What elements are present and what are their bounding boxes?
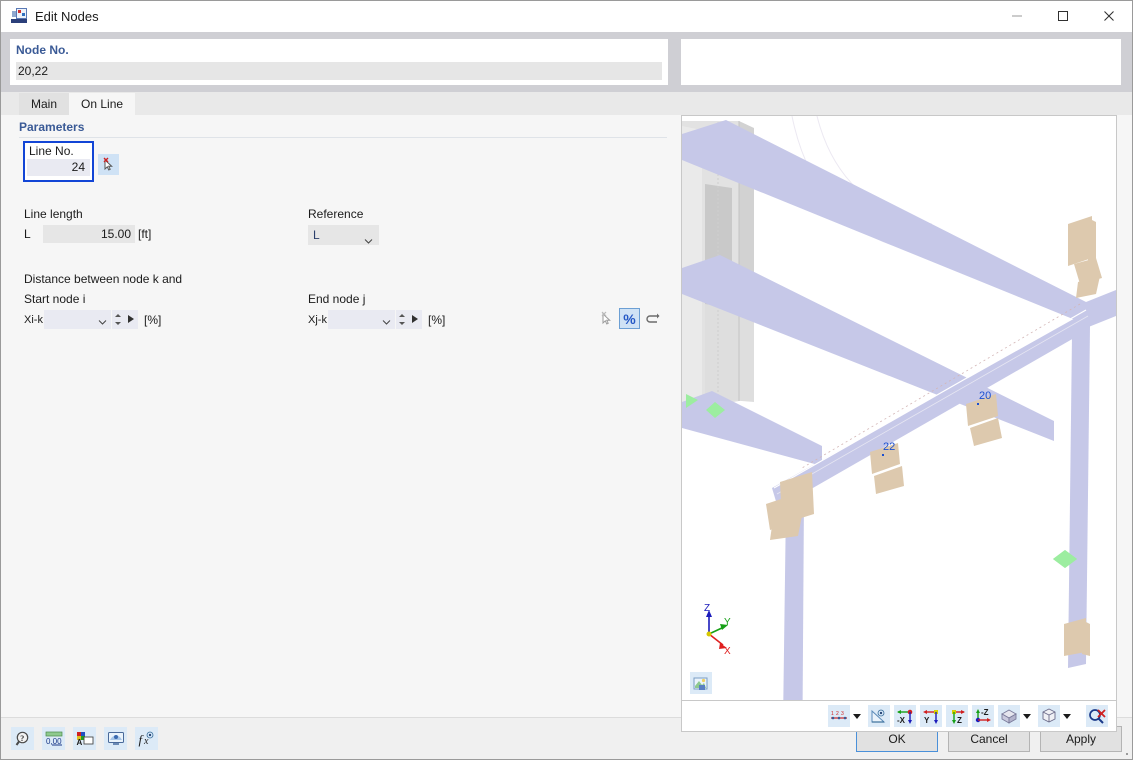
start-node-input[interactable]	[44, 310, 111, 329]
header-bar: Node No. 20,22	[1, 32, 1132, 92]
parameters-title: Parameters	[19, 120, 85, 134]
line-length-label: Line length	[24, 207, 83, 221]
node-no-group: Node No. 20,22	[10, 39, 668, 85]
reference-value: L	[313, 228, 320, 242]
node-no-input[interactable]: 20,22	[16, 62, 662, 80]
display-style-icon[interactable]	[998, 705, 1020, 727]
reference-label: Reference	[308, 207, 364, 221]
model-3d-scene: 20 22 Z Y X	[682, 116, 1116, 700]
viewport-toolbar-right: 1 2 3 -X Y Z -Z	[828, 705, 1108, 727]
minimize-icon[interactable]	[994, 1, 1040, 31]
render-mode-icon[interactable]	[690, 672, 712, 694]
distance-mode-toolbar: %	[596, 308, 663, 329]
svg-text:1: 1	[831, 711, 834, 717]
chevron-down-icon[interactable]	[1063, 713, 1071, 719]
view-isometric-z-icon[interactable]: -Z	[972, 705, 994, 727]
pick-cursor-icon[interactable]	[596, 308, 617, 329]
end-node-apply-icon[interactable]	[408, 310, 422, 329]
distance-heading: Distance between node k and	[24, 272, 183, 286]
box-view-group	[1038, 705, 1074, 727]
box-view-icon[interactable]	[1038, 705, 1060, 727]
view-y-icon[interactable]: Y	[920, 705, 942, 727]
numbering-group: 1 2 3	[828, 705, 864, 727]
line-no-label: Line No.	[29, 144, 74, 158]
end-node-symbol: Xj-k	[308, 313, 327, 326]
end-node-stepper[interactable]	[396, 310, 408, 329]
title-bar: Edit Nodes	[1, 1, 1132, 32]
svg-text:Y: Y	[924, 716, 930, 725]
svg-text:-X: -X	[897, 716, 906, 725]
svg-text:Z: Z	[704, 603, 710, 614]
formula-icon[interactable]: f x	[135, 727, 158, 750]
node-label-20: 20	[979, 390, 991, 402]
end-node-label: End node j	[308, 292, 366, 306]
decimal-places-icon[interactable]: 0,00	[42, 727, 65, 750]
node-label-22: 22	[883, 441, 895, 453]
edit-nodes-window: Edit Nodes Node No. 20,22 Main On Line P…	[0, 0, 1133, 760]
end-node-field-group: Xj-k [%]	[308, 310, 445, 329]
status-bar-icons: ? 0,00 A f x	[11, 727, 158, 750]
model-viewport[interactable]: 20 22 Z Y X	[681, 115, 1117, 701]
chevron-down-icon	[98, 315, 107, 329]
tab-strip: Main On Line	[1, 92, 1132, 115]
start-node-label: Start node i	[24, 292, 86, 306]
chevron-down-icon[interactable]	[853, 713, 861, 719]
divider	[19, 137, 667, 138]
close-icon[interactable]	[1086, 1, 1132, 31]
window-controls	[994, 1, 1132, 31]
svg-text:A: A	[76, 738, 82, 747]
resize-grip[interactable]	[1121, 748, 1129, 756]
help-info-icon[interactable]: ?	[11, 727, 34, 750]
svg-text:?: ?	[20, 734, 24, 743]
font-color-icon[interactable]: A	[73, 727, 96, 750]
svg-text:Z: Z	[957, 716, 962, 725]
percent-glyph: %	[623, 310, 636, 327]
window-title: Edit Nodes	[35, 8, 99, 24]
svg-text:3: 3	[841, 711, 844, 717]
parameters-pane: Parameters Line No. 24 Line length L 15.…	[1, 115, 669, 717]
maximize-icon[interactable]	[1040, 1, 1086, 31]
viewport-toolbar: 1 2 3 -X Y Z -Z	[681, 701, 1117, 732]
view-z-icon[interactable]: Z	[946, 705, 968, 727]
start-node-symbol: Xi-k	[24, 313, 43, 326]
line-no-input[interactable]: 24	[27, 159, 90, 176]
dimensions-icon[interactable]	[868, 705, 890, 727]
chevron-down-icon	[382, 315, 391, 329]
start-node-apply-icon[interactable]	[124, 310, 138, 329]
line-length-unit: [ft]	[138, 227, 152, 241]
edit-nodes-icon	[11, 8, 27, 24]
percent-icon[interactable]: %	[619, 308, 640, 329]
start-node-field-group: Xi-k [%]	[24, 310, 161, 329]
svg-text:-Z: -Z	[981, 708, 989, 717]
tab-main[interactable]: Main	[19, 93, 70, 115]
start-node-unit: [%]	[144, 312, 162, 327]
reference-select[interactable]: L	[308, 225, 379, 245]
dialog-body: Parameters Line No. 24 Line length L 15.…	[1, 115, 1132, 732]
start-node-stepper[interactable]	[112, 310, 124, 329]
line-length-input[interactable]: 15.00	[43, 225, 135, 243]
chevron-down-icon	[364, 231, 373, 251]
pick-line-cursor-icon[interactable]	[98, 154, 119, 175]
tab-on-line[interactable]: On Line	[69, 93, 136, 115]
line-no-group: Line No. 24	[23, 141, 94, 182]
numbering-icon[interactable]: 1 2 3	[828, 705, 850, 727]
svg-text:2: 2	[836, 711, 839, 717]
end-node-unit: [%]	[428, 312, 446, 327]
swap-direction-icon[interactable]	[642, 308, 663, 329]
display-style-group	[998, 705, 1034, 727]
view-minus-x-icon[interactable]: -X	[894, 705, 916, 727]
end-node-input[interactable]	[328, 310, 395, 329]
chevron-down-icon[interactable]	[1023, 713, 1031, 719]
svg-text:Y: Y	[724, 617, 731, 628]
header-right-panel	[681, 39, 1121, 85]
display-settings-icon[interactable]	[104, 727, 127, 750]
line-length-symbol: L	[24, 227, 31, 241]
node-no-label: Node No.	[16, 43, 69, 57]
svg-text:X: X	[724, 646, 731, 657]
zoom-reset-icon[interactable]	[1086, 705, 1108, 727]
